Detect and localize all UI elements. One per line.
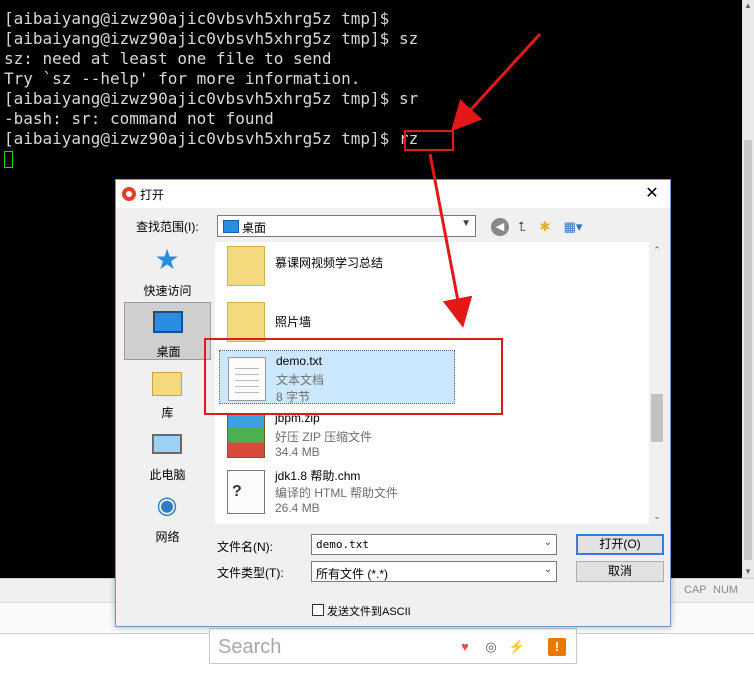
network-icon: ◉ [156,492,178,519]
place-desktop[interactable]: 桌面 [124,302,211,360]
view-menu-icon[interactable]: ▦▾ [560,218,586,236]
app-logo-icon [122,187,136,201]
filetype-label: 文件类型(T): [217,566,284,580]
chm-icon: ? [227,470,265,514]
back-icon[interactable]: ◀ [491,218,509,236]
num-lock-indicator: NUM [713,584,739,596]
chevron-down-icon: ⌄ [543,537,552,548]
file-name: 慕课网视频学习总结 [275,256,384,270]
bookmark-icon[interactable]: ♥ [456,638,474,656]
file-size: 26.4 MB [275,501,320,515]
filename-label: 文件名(N): [217,540,273,554]
file-list-scrollbar[interactable]: ⌃ ⌄ [649,242,665,524]
chevron-down-icon: ▼ [461,218,471,229]
ascii-checkbox-label: 发送文件到ASCII [327,606,411,618]
chevron-down-icon: ⌄ [543,564,552,575]
alert-icon[interactable]: ! [548,638,566,656]
filename-value: demo.txt [316,538,369,551]
desktop-icon [223,220,239,233]
terminal-cursor [4,151,13,168]
filetype-dropdown[interactable]: 所有文件 (*.*) ⌄ [311,561,557,582]
scroll-up-icon[interactable]: ▲ [742,0,754,12]
place-quick-access[interactable]: ★ 快速访问 [124,242,211,300]
computer-icon [152,434,182,454]
archive-icon [227,414,265,458]
flash-icon[interactable]: ⚡ [508,638,526,656]
terminal-line: Try `sz --help' for more information. [4,69,361,88]
place-library[interactable]: 库 [124,364,211,422]
folder-icon [227,302,265,342]
cancel-button[interactable]: 取消 [576,561,664,582]
place-label: 网络 [155,530,180,544]
history-icon[interactable]: ◎ [482,638,500,656]
folder-icon [227,246,265,286]
terminal-line: [aibaiyang@izwz90ajic0vbsvh5xhrg5z tmp]$… [4,29,419,48]
list-item[interactable]: 慕课网视频学习总结 [219,242,455,292]
filename-field[interactable]: demo.txt ⌄ [311,534,557,555]
star-icon: ★ [154,244,180,275]
terminal-line: -bash: sr: command not found [4,109,274,128]
place-label: 库 [161,406,174,420]
dialog-title: 打开 [140,188,165,202]
search-input[interactable] [218,635,438,659]
new-folder-icon[interactable]: ✱ [536,218,554,236]
search-bar: ♥ ◎ ⚡ ! [209,628,577,664]
terminal-line: [aibaiyang@izwz90ajic0vbsvh5xhrg5z tmp]$ [4,9,390,28]
file-name: 照片墙 [275,315,312,329]
chevron-up-icon[interactable]: ⌃ [649,242,665,258]
caps-lock-indicator: CAP [684,584,707,596]
place-label: 此电脑 [149,468,186,482]
file-type: 编译的 HTML 帮助文件 [275,486,398,500]
look-in-value: 桌面 [242,221,267,235]
file-type: 好压 ZIP 压缩文件 [275,430,373,444]
up-folder-icon[interactable]: ⮤ [513,218,531,236]
place-label: 快速访问 [143,284,192,298]
dialog-titlebar[interactable]: 打开 ✕ [116,180,670,208]
terminal-line: [aibaiyang@izwz90ajic0vbsvh5xhrg5z tmp]$… [4,129,419,148]
scroll-down-icon[interactable]: ▼ [742,566,754,578]
demo-file-highlight-box [204,338,503,415]
close-icon[interactable]: ✕ [640,183,664,205]
place-this-pc[interactable]: 此电脑 [124,426,211,484]
scrollbar-thumb[interactable] [651,394,663,442]
list-item[interactable]: ? jdk1.8 帮助.chm 编译的 HTML 帮助文件 26.4 MB [219,464,455,518]
chevron-down-icon[interactable]: ⌄ [649,508,665,524]
look-in-dropdown[interactable]: 桌面 ▼ [217,215,476,237]
filetype-value: 所有文件 (*.*) [316,567,389,581]
terminal-scrollbar[interactable]: ▲ ▼ [742,0,754,578]
file-size: 34.4 MB [275,445,320,459]
open-button[interactable]: 打开(O) [576,534,664,555]
list-item[interactable]: jbpm.zip 好压 ZIP 压缩文件 34.4 MB [219,408,455,462]
place-network[interactable]: ◉ 网络 [124,488,211,546]
terminal-line: sz: need at least one file to send [4,49,332,68]
ascii-checkbox[interactable] [312,604,324,616]
scrollbar-thumb[interactable] [744,140,752,560]
places-bar: ★ 快速访问 桌面 库 此电脑 ◉ 网络 [124,242,211,544]
rz-highlight-box [404,130,454,151]
file-name: jdk1.8 帮助.chm [275,469,361,483]
library-icon [152,372,182,396]
place-label: 桌面 [156,345,181,359]
terminal-line: [aibaiyang@izwz90ajic0vbsvh5xhrg5z tmp]$… [4,89,419,108]
look-in-label: 查找范围(I): [136,220,199,234]
desktop-icon [153,311,183,333]
